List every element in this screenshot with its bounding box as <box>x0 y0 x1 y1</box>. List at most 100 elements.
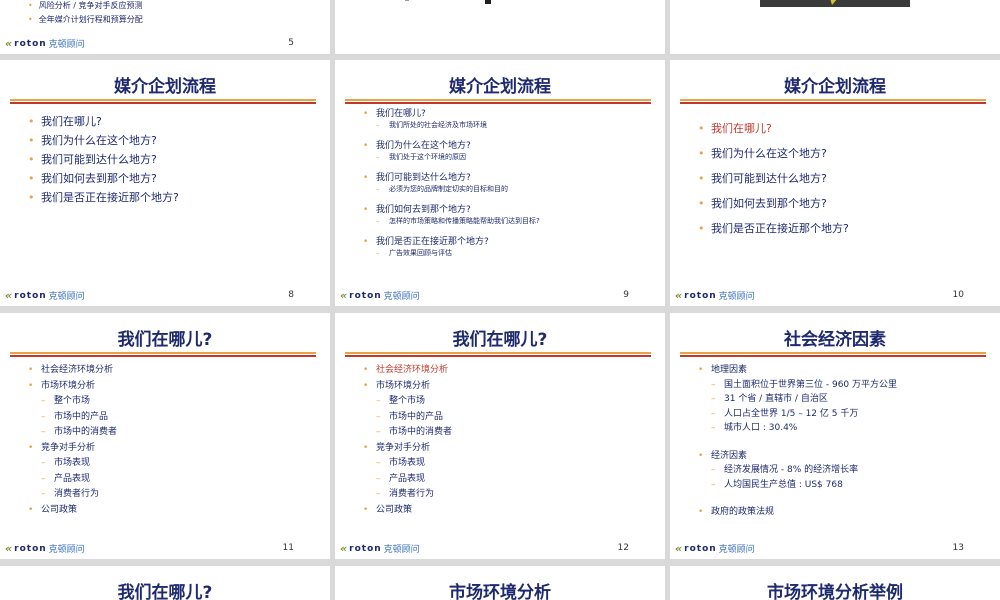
footer-logo: « roton 克顿顾问 <box>5 542 85 555</box>
croton-logo-icon: « <box>5 289 13 302</box>
slide-title: 市场环境分析举例 <box>767 583 903 600</box>
footer-logo: « roton 克顿顾问 <box>5 289 85 302</box>
slide-title: 媒介企划流程 <box>449 77 551 97</box>
sub-item: 消费者行为 <box>41 487 117 503</box>
list-item: 我们在哪儿? 我们所处的社会经济及市场环境 <box>363 108 540 131</box>
slide-13[interactable]: 社会经济因素 地理因素 国土面积位于世界第三位 - 960 万平方公里31 个省… <box>670 313 1000 559</box>
slide-10[interactable]: 媒介企划流程 我们在哪儿? 我们为什么在这个地方? 我们可能到达什么地方? 我们… <box>670 60 1000 306</box>
slide-title: 我们在哪儿? <box>117 583 213 600</box>
list-item: 我们在哪儿? <box>28 112 179 131</box>
question-text: 我们在哪儿? <box>376 109 426 119</box>
item-label: 经济因素 <box>711 450 748 461</box>
item-label: 竞争对手分析 <box>376 442 431 453</box>
item-label: 竞争对手分析 <box>41 442 96 453</box>
sub-item: 市场表现 <box>376 456 452 472</box>
list-item: 市场环境分析 整个市场市场中的产品市场中的消费者 <box>363 379 452 441</box>
answer-text: 我们所处的社会经济及市场环境 <box>376 120 540 131</box>
logo-text: roton <box>14 543 47 554</box>
slide-title: 市场环境分析 <box>449 583 551 600</box>
list-item: 市场环境分析 整个市场市场中的产品市场中的消费者 <box>28 379 117 441</box>
question-list: 我们在哪儿? 我们所处的社会经济及市场环境 我们为什么在这个地方? 我们处于这个… <box>363 108 540 259</box>
list-item: 我们可能到达什么地方? 必须为您的品牌制定切实的目标和目的 <box>363 172 540 195</box>
sub-item: 产品表现 <box>41 472 117 488</box>
title-divider <box>345 99 651 104</box>
title-divider <box>345 352 651 357</box>
croton-logo-icon: « <box>340 289 348 302</box>
item-label: 地理因素 <box>711 365 748 375</box>
list-item: 竞争对手分析 市场表现产品表现消费者行为 <box>363 441 452 503</box>
footer-logo: « roton 克顿顾问 <box>5 37 85 50</box>
title-divider <box>680 352 986 357</box>
logo-cn: 克顿顾问 <box>718 545 755 555</box>
logo-cn: 克顿顾问 <box>48 40 85 50</box>
list-item-highlighted: 我们在哪儿? <box>698 116 849 141</box>
footer-logo: « roton 克顿顾问 <box>340 542 420 555</box>
list-item: 我们是否正在接近那个地方? <box>698 216 849 241</box>
footer-logo: « roton 克顿顾问 <box>340 289 420 302</box>
sub-item: 市场中的消费者 <box>41 425 117 441</box>
page-number: 5 <box>288 38 294 48</box>
slide5-item-2: 全年媒介计划行程和预算分配 <box>28 14 143 25</box>
sub-item: 人均国民生产总值 : US$ 768 <box>711 478 897 493</box>
title-divider <box>10 352 316 357</box>
slide-11[interactable]: 我们在哪儿? 社会经济环境分析 市场环境分析 整个市场市场中的产品市场中的消费者… <box>0 313 330 559</box>
page-number: 10 <box>952 290 964 300</box>
question-text: 我们是否正在接近那个地方? <box>376 237 489 247</box>
slide-9[interactable]: 媒介企划流程 我们在哪儿? 我们所处的社会经济及市场环境 我们为什么在这个地方?… <box>335 60 665 306</box>
list-item: 公司政策 <box>363 503 452 519</box>
list-item: 我们可能到达什么地方? <box>698 166 849 191</box>
sub-item: 产品表现 <box>376 472 452 488</box>
sub-item: 市场表现 <box>41 456 117 472</box>
slide-title: 媒介企划流程 <box>784 77 886 97</box>
sub-item: 整个市场 <box>376 394 452 410</box>
list-item: 社会经济环境分析 <box>28 363 117 379</box>
list-item: 我们可能到达什么地方? <box>28 150 179 169</box>
page-number: 12 <box>617 543 629 553</box>
slide-title: 社会经济因素 <box>784 330 886 350</box>
title-divider <box>680 99 986 104</box>
logo-cn: 克顿顾问 <box>48 545 85 555</box>
slide7-image-icon <box>760 0 910 7</box>
logo-cn: 克顿顾问 <box>718 292 755 302</box>
list-item: 我们如何去到那个地方? <box>698 191 849 216</box>
question-text: 我们可能到达什么地方? <box>376 173 471 183</box>
list-item: 我们是否正在接近那个地方? 广告效果回顾与评估 <box>363 236 540 259</box>
question-list: 我们在哪儿? 我们为什么在这个地方? 我们可能到达什么地方? 我们如何去到那个地… <box>28 112 179 207</box>
item-label: 市场环境分析 <box>376 380 431 391</box>
list-item-highlighted: 社会经济环境分析 <box>363 363 452 379</box>
croton-logo-icon: « <box>5 37 13 50</box>
sub-item: 市场中的产品 <box>41 410 117 426</box>
sub-item: 国土面积位于世界第三位 - 960 万平方公里 <box>711 378 897 393</box>
slide-14[interactable]: 我们在哪儿? <box>0 566 330 600</box>
slide-8[interactable]: 媒介企划流程 我们在哪儿? 我们为什么在这个地方? 我们可能到达什么地方? 我们… <box>0 60 330 306</box>
list-item: 我们是否正在接近那个地方? <box>28 188 179 207</box>
logo-cn: 克顿顾问 <box>383 292 420 302</box>
slide-15[interactable]: 市场环境分析 <box>335 566 665 600</box>
slide-12[interactable]: 我们在哪儿? 社会经济环境分析 市场环境分析 整个市场市场中的产品市场中的消费者… <box>335 313 665 559</box>
list-item: 公司政策 <box>28 503 117 519</box>
answer-text: 广告效果回顾与评估 <box>376 248 540 259</box>
croton-logo-icon: « <box>5 542 13 555</box>
sub-item: 经济发展情况 - 8% 的经济增长率 <box>711 463 897 478</box>
list-item: 我们如何去到那个地方? <box>28 169 179 188</box>
slide-5[interactable]: 风险分析 / 竞争对手反应预测 全年媒介计划行程和预算分配 « roton 克顿… <box>0 0 330 54</box>
slide-16[interactable]: 市场环境分析举例 <box>670 566 1000 600</box>
logo-text: roton <box>14 38 47 49</box>
sub-item: 市场中的消费者 <box>376 425 452 441</box>
question-text: 我们为什么在这个地方? <box>376 141 471 151</box>
logo-cn: 克顿顾问 <box>48 292 85 302</box>
page-number: 13 <box>952 543 964 553</box>
answer-text: 我们处于这个环境的原因 <box>376 152 540 163</box>
answer-text: 怎样的市场策略和传播策略能帮助我们达到目标? <box>376 216 540 227</box>
slide-6[interactable] <box>335 0 665 54</box>
topic-list: 社会经济环境分析 市场环境分析 整个市场市场中的产品市场中的消费者 竞争对手分析… <box>363 363 452 518</box>
sub-item: 31 个省 / 直辖市 / 自治区 <box>711 392 897 407</box>
sub-item: 城市人口 : 30.4% <box>711 421 897 436</box>
item-label: 市场环境分析 <box>41 380 96 391</box>
topic-list: 社会经济环境分析 市场环境分析 整个市场市场中的产品市场中的消费者 竞争对手分析… <box>28 363 117 518</box>
title-divider <box>10 99 316 104</box>
footer-logo: « roton 克顿顾问 <box>675 289 755 302</box>
sub-item: 消费者行为 <box>376 487 452 503</box>
logo-text: roton <box>684 290 717 301</box>
slide-7[interactable] <box>670 0 1000 54</box>
